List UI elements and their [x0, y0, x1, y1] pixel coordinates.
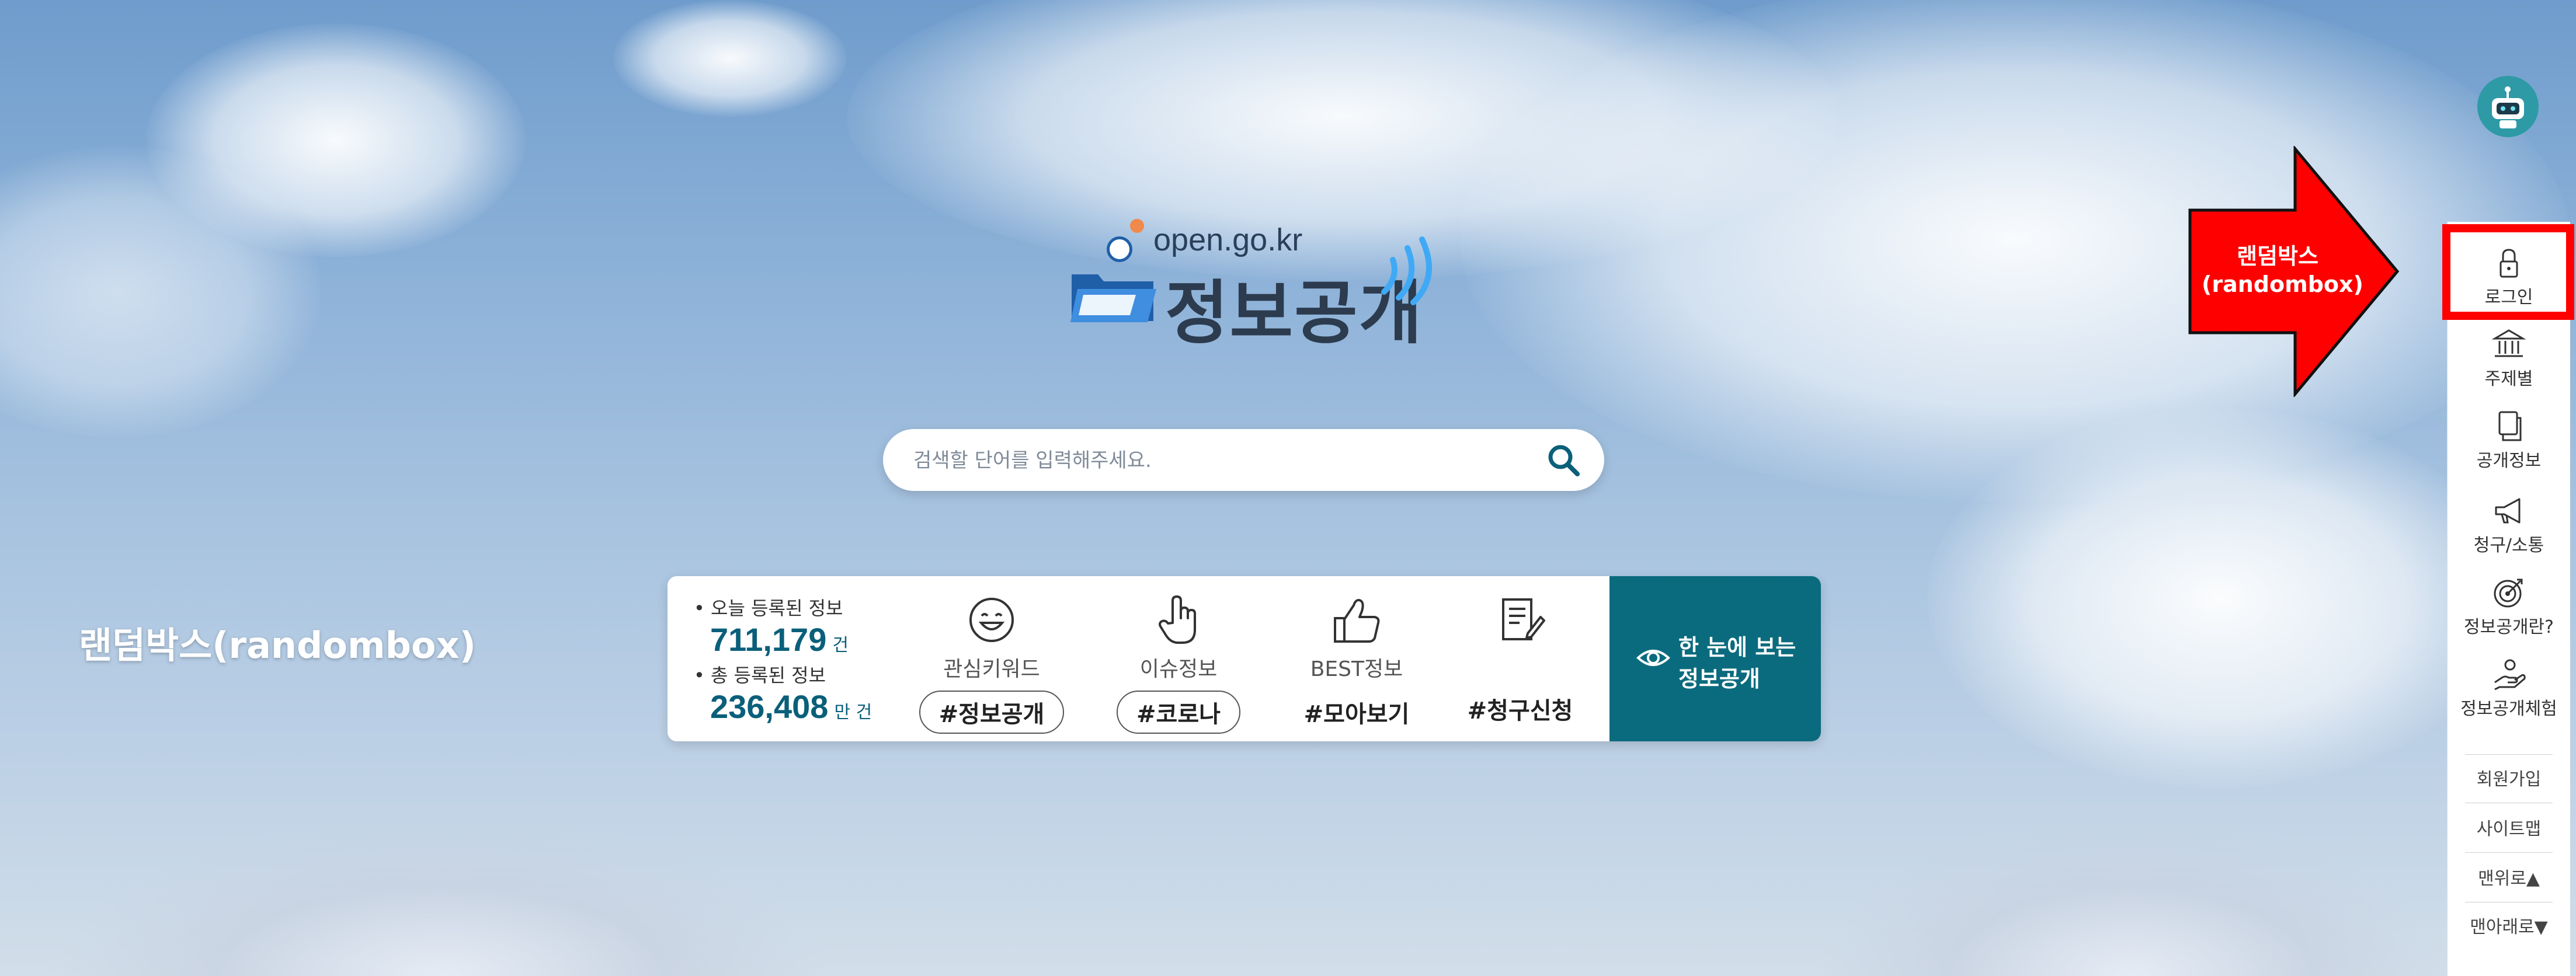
today-stat-unit: 건: [832, 635, 849, 656]
megaphone-icon: [2495, 498, 2521, 524]
sidebar-item-by-topic[interactable]: 주제별: [2448, 327, 2570, 390]
search-input[interactable]: [912, 429, 1528, 492]
right-quick-menu: 로그인 주제별 공개정보 청구/소통 정보공개란? 정보공개체험 회원가입 사이…: [2447, 222, 2570, 976]
chatbot-button[interactable]: [2477, 76, 2539, 137]
randombox-label: 랜덤박스(randombox): [79, 624, 476, 667]
category-label: 이슈정보: [1139, 657, 1218, 681]
sidebar-item-about[interactable]: 정보공개란?: [2448, 575, 2570, 638]
building-icon: [2491, 329, 2526, 357]
sidebar-label: 공개정보: [2476, 451, 2542, 471]
pointer-hand-icon: [1159, 595, 1196, 644]
robot-icon: [2492, 86, 2524, 128]
document-edit-icon: [1502, 598, 1545, 640]
sidebar-label: 정보공개체험: [2460, 699, 2557, 719]
today-stat: 오늘 등록된 정보 711,179건: [694, 594, 927, 661]
sidebar-label: 주제별: [2484, 369, 2533, 389]
keyword-link[interactable]: #모아보기: [1284, 691, 1430, 734]
scroll-top-link[interactable]: 맨위로▲: [2448, 864, 2570, 890]
smiley-icon: [969, 598, 1014, 642]
keyword-link[interactable]: #청구신청: [1448, 687, 1593, 730]
hand-icon: [2494, 659, 2526, 691]
logo-dot: [1107, 236, 1132, 262]
sidebar-label: 정보공개란?: [2464, 617, 2554, 637]
category-label: BEST정보: [1310, 657, 1403, 681]
total-stat-value: 236,408: [710, 688, 829, 725]
sidebar-item-experience[interactable]: 정보공개체험: [2448, 657, 2570, 720]
signup-link[interactable]: 회원가입: [2448, 765, 2570, 790]
scroll-bottom-link[interactable]: 맨아래로▼: [2448, 912, 2570, 938]
category-label: [1438, 652, 1602, 679]
stats-block: 오늘 등록된 정보 711,179건 총 등록된 정보 236,408만 건: [694, 594, 927, 728]
search-icon[interactable]: [1546, 442, 1581, 477]
sidebar-divider: [2465, 852, 2553, 853]
target-icon: [2494, 578, 2523, 608]
cta-line1: 한 눈에 보는: [1678, 635, 1796, 660]
trees-decoration: [1810, 818, 2453, 976]
category-label: 관심키워드: [943, 657, 1040, 681]
eye-icon: [1636, 650, 1670, 666]
cta-text: 한 눈에 보는 정보공개: [1678, 632, 1796, 695]
cloud-decoration: [1927, 409, 2511, 788]
site-logo[interactable]: open.go.kr 정보공개: [1060, 210, 1434, 353]
sidebar-divider: [2465, 754, 2553, 755]
total-stat-unit: 만 건: [834, 702, 872, 723]
copy-icon: [2498, 411, 2522, 441]
sidebar-item-request[interactable]: 청구/소통: [2448, 493, 2570, 556]
info-summary-box: 오늘 등록된 정보 711,179건 총 등록된 정보 236,408만 건 관…: [668, 576, 1821, 741]
category-best-info: BEST정보 #모아보기: [1275, 594, 1438, 734]
trees-decoration: [47, 818, 835, 976]
total-stat-label: 총 등록된 정보: [694, 661, 927, 688]
search-bar: [883, 429, 1604, 492]
login-highlight-box: [2442, 224, 2574, 320]
annotation-text: 랜덤박스 (randombox): [2202, 242, 2363, 298]
total-stat: 총 등록된 정보 236,408만 건: [694, 661, 927, 728]
sitemap-link[interactable]: 사이트맵: [2448, 814, 2570, 840]
cta-line2: 정보공개: [1678, 666, 1760, 692]
keyword-link[interactable]: #정보공개: [919, 691, 1065, 734]
logo-dot: [1130, 219, 1144, 233]
cloud-decoration: [1460, 0, 2570, 502]
cloud-decoration: [613, 0, 847, 117]
sidebar-item-public-info[interactable]: 공개정보: [2448, 409, 2570, 472]
sidebar-label: 청구/소통: [2473, 535, 2544, 556]
today-stat-value: 711,179: [710, 621, 827, 658]
category-issue-info: 이슈정보 #코로나: [1097, 594, 1260, 734]
today-stat-label: 오늘 등록된 정보: [694, 594, 927, 621]
logo-domain: open.go.kr: [1153, 222, 1303, 257]
signal-waves-icon: [1381, 236, 1432, 305]
keyword-link[interactable]: #코로나: [1117, 691, 1240, 734]
annotation-line2: (randombox): [2202, 271, 2363, 297]
annotation-line1: 랜덤박스: [2237, 243, 2318, 269]
thumbs-up-icon: [1334, 599, 1380, 643]
at-a-glance-button[interactable]: 한 눈에 보는 정보공개: [1609, 576, 1821, 741]
category-request: #청구신청: [1438, 594, 1602, 730]
folder-logo-icon: [1070, 274, 1156, 322]
category-interest-keyword: 관심키워드 #정보공개: [910, 594, 1073, 734]
